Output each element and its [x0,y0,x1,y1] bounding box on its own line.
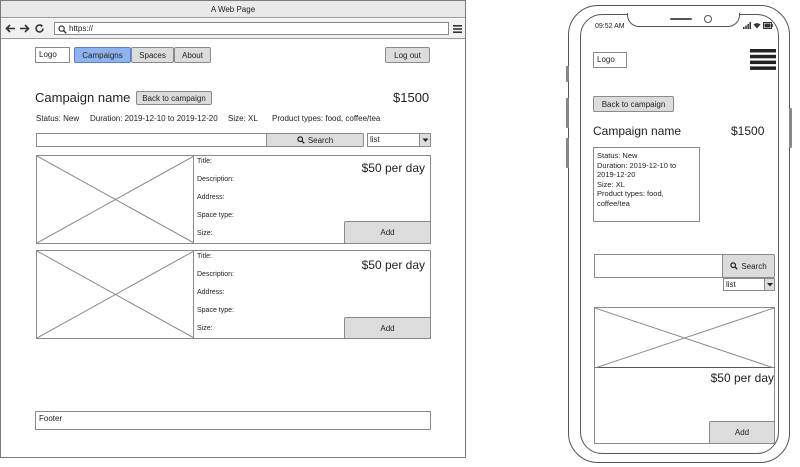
mobile-view-select-value: list [726,280,736,289]
phone-notch [627,13,740,27]
space-card: Title: Description: Address: Space type:… [36,250,431,339]
signal-icon [743,22,751,29]
card-address-label: Address: [197,289,225,296]
battery-icon [763,22,773,29]
mobile-detail-duration-end: 2019-12-20 [597,170,636,179]
browser-toolbar: https:// [1,19,465,39]
search-input[interactable] [36,133,267,147]
nav-campaigns-tab[interactable]: Campaigns [74,47,131,63]
footer: Footer [35,411,431,430]
chevron-down-icon[interactable] [764,279,774,290]
view-select-value: list [370,135,380,144]
phone-side-button [789,108,792,148]
campaign-product-types: Product types: food, coffee/tea [272,114,381,123]
mobile-logo: Logo [593,52,627,68]
card-price: $50 per day [361,258,425,272]
speaker-icon [670,18,692,20]
phone-side-button [566,138,569,168]
card-space-type-label: Space type: [197,307,234,314]
image-placeholder [37,156,194,243]
search-button[interactable]: Search [266,133,364,147]
space-card: Title: Description: Address: Space type:… [36,155,431,244]
add-button[interactable]: Add [344,221,431,244]
add-button[interactable]: Add [344,317,431,339]
mobile-search-button[interactable]: Search [722,254,775,278]
hamburger-menu-icon[interactable] [750,49,776,70]
forward-arrow-icon[interactable] [19,23,30,34]
mobile-view-select[interactable]: list [723,278,775,291]
campaign-price: $1500 [393,90,430,105]
reload-icon[interactable] [34,23,45,34]
mobile-card-price: $50 per day [710,371,774,385]
phone-side-button [566,66,569,82]
mobile-search-input[interactable] [594,254,723,278]
card-title-label: Title: [197,253,212,260]
address-bar[interactable]: https:// [54,22,449,35]
search-icon [58,25,67,34]
card-description-label: Description: [197,176,234,183]
mobile-detail-size: Size: XL [597,179,625,189]
card-description-label: Description: [197,271,234,278]
nav-about-tab[interactable]: About [174,47,211,63]
back-to-campaign-button[interactable]: Back to campaign [136,91,212,105]
campaign-status: Status: New [36,114,80,123]
logo: Logo [35,47,70,63]
view-select[interactable]: list [367,133,431,147]
mobile-back-to-campaign-button[interactable]: Back to campaign [593,96,674,112]
campaign-name: Campaign name [35,90,131,105]
card-size-label: Size: [197,325,213,332]
mobile-detail-product-types-cont: coffee/tea [597,198,630,208]
campaign-duration: Duration: 2019-12-10 to 2019-12-20 [90,114,218,123]
window-title: A Web Page [1,1,465,18]
card-address-label: Address: [197,194,225,201]
card-space-type-label: Space type: [197,212,234,219]
mobile-detail-duration: Duration: 2019-12-10 to [597,160,677,170]
back-arrow-icon[interactable] [5,23,16,34]
logout-button[interactable]: Log out [385,47,430,63]
card-title-label: Title: [197,158,212,165]
mobile-campaign-details: Status: New Duration: 2019-12-10 to 2019… [593,147,700,222]
wifi-icon [753,22,761,29]
search-icon [730,262,739,270]
mobile-detail-status: Status: New [597,151,638,160]
mobile-campaign-price: $1500 [731,124,765,138]
camera-icon [704,15,712,23]
card-price: $50 per day [361,161,425,175]
search-button-label: Search [307,135,334,145]
mobile-campaign-name: Campaign name [593,124,682,138]
status-time: 09:52 AM [595,23,625,30]
phone-side-button [566,98,569,128]
chevron-down-icon[interactable] [419,134,430,146]
mobile-space-card: $50 per day Add [594,307,775,444]
url-text: https:// [69,24,94,33]
mobile-add-button[interactable]: Add [709,421,775,444]
search-icon [297,136,305,144]
campaign-size: Size: XL [228,114,258,123]
image-placeholder [595,308,774,368]
menu-icon[interactable] [453,24,462,34]
image-placeholder [37,251,194,338]
nav-spaces-tab[interactable]: Spaces [131,47,174,63]
mobile-search-button-label: Search [741,261,767,271]
mobile-detail-product-types: Product types: food, [597,189,664,198]
card-size-label: Size: [197,230,213,237]
